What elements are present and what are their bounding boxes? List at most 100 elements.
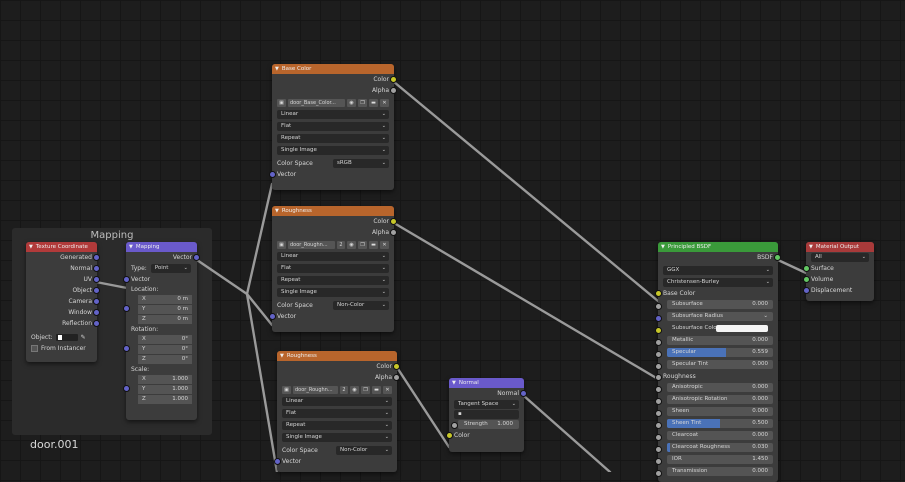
rotation-z-field[interactable]: Z 0° xyxy=(138,355,192,365)
scale-x-field[interactable]: X 1.000 xyxy=(138,375,192,385)
subsurface-slider[interactable]: Subsurface 0.000 xyxy=(667,300,773,309)
output-socket-reflection[interactable] xyxy=(93,320,100,327)
shield-icon[interactable]: ◉ xyxy=(350,385,359,394)
folder-icon[interactable]: ▬ xyxy=(369,240,378,249)
output-socket-color[interactable] xyxy=(393,363,400,370)
collapse-arrow-icon[interactable]: ▼ xyxy=(280,351,284,361)
node-header[interactable]: ▼ Base Color xyxy=(272,64,394,74)
extension-dropdown[interactable]: Repeat ⌄ xyxy=(277,276,389,285)
projection-dropdown[interactable]: Flat ⌄ xyxy=(277,264,389,273)
output-socket-normal[interactable] xyxy=(93,265,100,272)
vector-output-socket[interactable] xyxy=(193,254,200,261)
material-output-node[interactable]: ▼ Material Output All ⌄ Surface Volume Displ… xyxy=(803,242,874,301)
colorspace-dropdown[interactable]: Non-Color ⌄ xyxy=(336,446,392,455)
subsurface-color-row[interactable]: Subsurface Color xyxy=(667,324,773,333)
image-browse-icon[interactable]: ▣ xyxy=(282,385,291,394)
output-socket-alpha[interactable] xyxy=(393,374,400,381)
scale-y-field[interactable]: Y 1.000 xyxy=(138,385,192,395)
bsdf-output-socket[interactable] xyxy=(774,254,781,261)
image-users-count[interactable]: 2 xyxy=(340,385,348,394)
vector-input-socket[interactable] xyxy=(269,313,276,320)
location-z-field[interactable]: Z 0 m xyxy=(138,315,192,325)
output-socket-uv[interactable] xyxy=(93,276,100,283)
duplicate-icon[interactable]: ❐ xyxy=(358,98,367,107)
color-input-socket[interactable] xyxy=(446,432,453,439)
collapse-arrow-icon[interactable]: ▼ xyxy=(29,242,33,252)
anisotropic-socket[interactable] xyxy=(655,386,662,393)
subsurface-radius-socket[interactable] xyxy=(655,315,662,322)
ior-socket[interactable] xyxy=(655,458,662,465)
subsurface-color-socket[interactable] xyxy=(655,327,662,334)
specular-tint-slider[interactable]: Specular Tint 0.000 xyxy=(667,360,773,369)
specular-socket[interactable] xyxy=(655,351,662,358)
projection-dropdown[interactable]: Flat ⌄ xyxy=(277,122,389,131)
transmission-socket[interactable] xyxy=(655,470,662,477)
location-y-field[interactable]: Y 0 m xyxy=(138,305,192,315)
vector-input-socket[interactable] xyxy=(274,458,281,465)
collapse-arrow-icon[interactable]: ▼ xyxy=(275,64,279,74)
from-instancer-row[interactable]: From Instancer xyxy=(26,343,97,354)
rotation-x-field[interactable]: X 0° xyxy=(138,335,192,345)
sheen-tint-socket[interactable] xyxy=(655,422,662,429)
sheen-socket[interactable] xyxy=(655,410,662,417)
output-socket-color[interactable] xyxy=(390,76,397,83)
image-browse-icon[interactable]: ▣ xyxy=(277,240,286,249)
clearcoat-roughness-slider[interactable]: Clearcoat Roughness 0.030 xyxy=(667,443,773,452)
clearcoat-socket[interactable] xyxy=(655,434,662,441)
roughness-socket[interactable] xyxy=(655,374,662,381)
rotation-socket[interactable] xyxy=(123,345,130,352)
anisotropic-rotation-socket[interactable] xyxy=(655,398,662,405)
interpolation-dropdown[interactable]: Linear ⌄ xyxy=(277,252,389,261)
normal-map-node[interactable]: ▼ Normal Normal Tangent Space ⌄ ▪ Strength… xyxy=(446,378,527,452)
subsurface-radius-dropdown[interactable]: Subsurface Radius ⌄ xyxy=(667,312,773,321)
from-instancer-checkbox[interactable] xyxy=(31,345,38,352)
rotation-y-field[interactable]: Y 0° xyxy=(138,345,192,355)
shield-icon[interactable]: ◉ xyxy=(347,98,356,107)
scale-socket[interactable] xyxy=(123,385,130,392)
base-color-socket[interactable] xyxy=(655,290,662,297)
output-socket-camera[interactable] xyxy=(93,298,100,305)
shield-icon[interactable]: ◉ xyxy=(347,240,356,249)
displacement-socket[interactable] xyxy=(803,287,810,294)
image-texture-node-base-color[interactable]: ▼ Base Color Color Alpha ▣ door_Base_Color...… xyxy=(269,64,397,190)
folder-icon[interactable]: ▬ xyxy=(369,98,378,107)
extension-dropdown[interactable]: Repeat ⌄ xyxy=(277,134,389,143)
type-dropdown[interactable]: Point ⌄ xyxy=(150,264,191,273)
specular-tint-socket[interactable] xyxy=(655,363,662,370)
colorspace-dropdown[interactable]: sRGB ⌄ xyxy=(333,159,389,168)
duplicate-icon[interactable]: ❐ xyxy=(358,240,367,249)
close-icon[interactable]: ✕ xyxy=(380,240,389,249)
vector-input-socket[interactable] xyxy=(123,276,130,283)
image-name-field[interactable]: door_Base_Color... xyxy=(288,98,345,107)
clearcoat-slider[interactable]: Clearcoat 0.000 xyxy=(667,431,773,440)
subsurface-socket[interactable] xyxy=(655,303,662,310)
scale-z-field[interactable]: Z 1.000 xyxy=(138,395,192,405)
distribution-dropdown[interactable]: GGX ⌄ xyxy=(663,266,773,275)
node-header[interactable]: ▼ Roughness xyxy=(277,351,397,361)
image-name-field[interactable]: door_Roughn... xyxy=(288,240,335,249)
output-socket-generated[interactable] xyxy=(93,254,100,261)
sheen-tint-slider[interactable]: Sheen Tint 0.500 xyxy=(667,419,773,428)
strength-field[interactable]: Strength 1.000 xyxy=(451,420,519,429)
vector-input-socket[interactable] xyxy=(269,171,276,178)
image-texture-node-roughness-2[interactable]: ▼ Roughness Color Alpha ▣ door_Roughn... 2 ◉ ❐ ▬ ✕… xyxy=(274,351,400,472)
node-header[interactable]: ▼ Normal xyxy=(449,378,524,388)
ior-slider[interactable]: IOR 1.450 xyxy=(667,455,773,464)
clearcoat-roughness-socket[interactable] xyxy=(655,446,662,453)
image-texture-node-roughness[interactable]: ▼ Roughness Color Alpha ▣ door_Roughn... 2 ◉ ❐ ▬ ✕… xyxy=(269,206,397,332)
mapping-node[interactable]: ▼ Mapping Vector Type: Point ⌄ Vector Loca… xyxy=(123,242,200,420)
node-header[interactable]: ▼ Mapping xyxy=(126,242,197,252)
close-icon[interactable]: ✕ xyxy=(380,98,389,107)
subsurface-method-dropdown[interactable]: Christensen-Burley ⌄ xyxy=(663,278,773,287)
collapse-arrow-icon[interactable]: ▼ xyxy=(129,242,133,252)
node-header[interactable]: ▼ Roughness xyxy=(272,206,394,216)
folder-icon[interactable]: ▬ xyxy=(372,385,381,394)
interpolation-dropdown[interactable]: Linear ⌄ xyxy=(277,110,389,119)
normal-output-socket[interactable] xyxy=(520,390,527,397)
uv-map-field[interactable]: ▪ xyxy=(454,410,519,419)
sheen-slider[interactable]: Sheen 0.000 xyxy=(667,407,773,416)
surface-socket[interactable] xyxy=(803,265,810,272)
source-dropdown[interactable]: Single Image ⌄ xyxy=(277,146,389,155)
strength-socket[interactable] xyxy=(451,422,458,429)
collapse-arrow-icon[interactable]: ▼ xyxy=(452,378,456,388)
